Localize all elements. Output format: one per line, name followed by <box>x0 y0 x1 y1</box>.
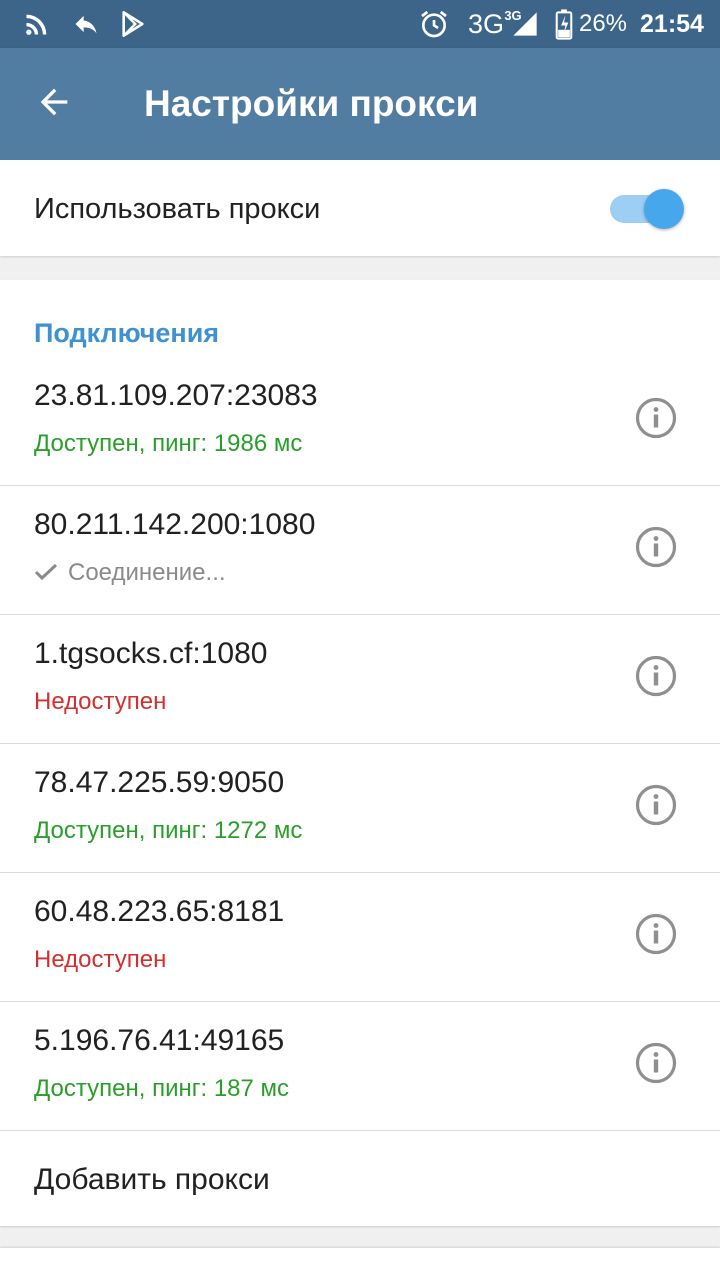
proxy-status-connecting: Соединение... <box>34 559 226 587</box>
proxy-status: Доступен, пинг: 1986 мс <box>34 430 303 457</box>
signal-icon <box>508 0 542 48</box>
proxy-info-button[interactable] <box>634 396 678 440</box>
clock: 21:54 <box>640 9 704 38</box>
use-proxy-toggle-thumb[interactable] <box>644 189 684 229</box>
proxy-info-button[interactable] <box>634 1041 678 1085</box>
proxy-address: 5.196.76.41:49165 <box>34 1024 285 1057</box>
arrow-back-icon <box>34 82 74 127</box>
back-button[interactable] <box>24 80 84 128</box>
battery-level: 26% <box>578 10 628 37</box>
proxy-address: 60.48.223.65:8181 <box>34 895 285 928</box>
proxy-list-item[interactable]: 23.81.109.207:23083 Доступен, пинг: 1986… <box>0 357 720 486</box>
play-store-icon <box>116 0 150 48</box>
app-bar: Настройки прокси <box>0 48 720 160</box>
proxy-status: Доступен, пинг: 1272 мс <box>34 817 303 844</box>
page-title: Настройки прокси <box>144 83 479 124</box>
add-proxy-button[interactable]: Добавить прокси <box>0 1131 720 1226</box>
proxy-address: 23.81.109.207:23083 <box>34 379 318 412</box>
add-proxy-label: Добавить прокси <box>34 1163 270 1196</box>
connections-card: Подключения 23.81.109.207:23083 Доступен… <box>0 280 720 1226</box>
info-icon <box>635 655 677 697</box>
info-icon <box>635 784 677 826</box>
proxy-list-item[interactable]: 1.tgsocks.cf:1080 Недоступен <box>0 615 720 744</box>
alarm-icon <box>416 0 452 48</box>
proxy-status: Соединение... <box>68 559 226 586</box>
proxy-list-item[interactable]: 60.48.223.65:8181 Недоступен <box>0 873 720 1002</box>
next-section-card <box>0 1248 720 1280</box>
proxy-status: Недоступен <box>34 946 167 973</box>
battery-charging-icon <box>552 0 576 48</box>
proxy-info-button[interactable] <box>634 654 678 698</box>
proxy-address: 78.47.225.59:9050 <box>34 766 285 799</box>
proxy-address: 1.tgsocks.cf:1080 <box>34 637 268 670</box>
proxy-list-item[interactable]: 80.211.142.200:1080 Соединение... <box>0 486 720 615</box>
info-icon <box>635 913 677 955</box>
proxy-status: Доступен, пинг: 187 мс <box>34 1075 290 1102</box>
proxy-list-item[interactable]: 78.47.225.59:9050 Доступен, пинг: 1272 м… <box>0 744 720 873</box>
status-bar: 3G 3G 26% 21:54 <box>0 0 720 48</box>
proxy-info-button[interactable] <box>634 783 678 827</box>
check-icon <box>34 563 58 581</box>
use-proxy-label: Использовать прокси <box>34 193 321 225</box>
rss-icon <box>20 0 54 48</box>
proxy-info-button[interactable] <box>634 912 678 956</box>
reply-icon <box>68 0 104 48</box>
info-icon <box>635 526 677 568</box>
proxy-status: Недоступен <box>34 688 167 715</box>
proxy-list-item[interactable]: 5.196.76.41:49165 Доступен, пинг: 187 мс <box>0 1002 720 1131</box>
info-icon <box>635 1042 677 1084</box>
info-icon <box>635 397 677 439</box>
proxy-address: 80.211.142.200:1080 <box>34 508 316 541</box>
proxy-info-button[interactable] <box>634 525 678 569</box>
section-header-connections: Подключения <box>34 318 220 348</box>
